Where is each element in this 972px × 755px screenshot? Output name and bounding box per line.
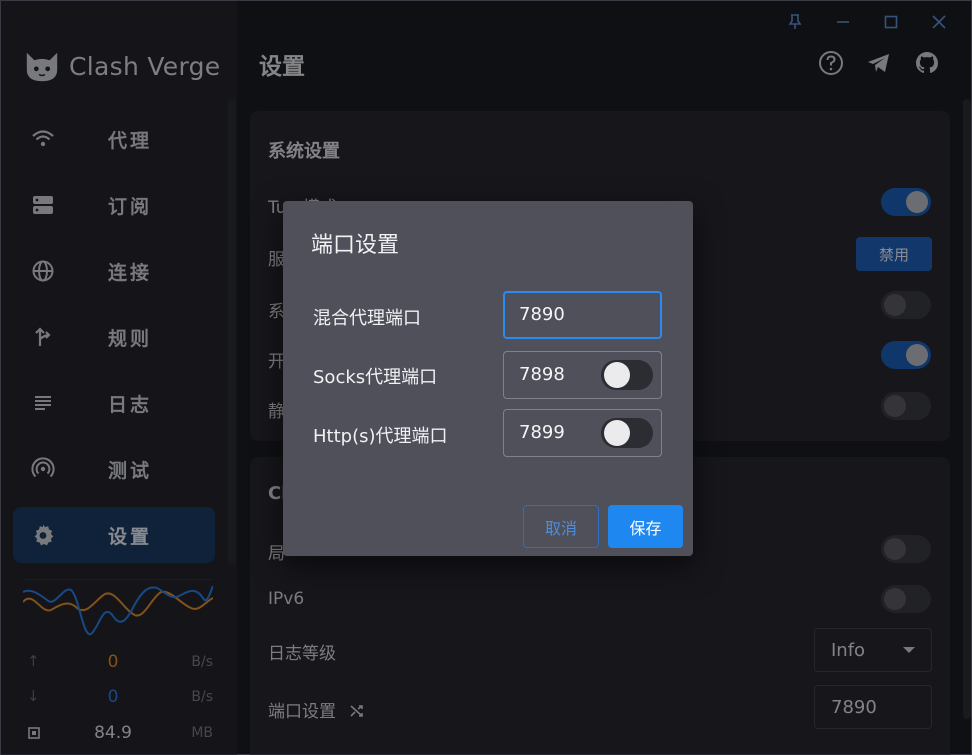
http-port-label: Http(s)代理端口 xyxy=(313,426,448,447)
mixed-port-label: 混合代理端口 xyxy=(313,308,421,329)
mixed-port-input[interactable] xyxy=(519,304,599,325)
mixed-port-field[interactable] xyxy=(503,291,662,339)
dialog-title: 端口设置 xyxy=(311,233,400,258)
app-window: Clash Verge 代理 订阅 连接 规则 日志 测试 设置 ↑ 0 B/s… xyxy=(0,0,972,755)
port-settings-dialog: 端口设置 混合代理端口 Socks代理端口 Http(s)代理端口 取消 保存 xyxy=(283,201,693,556)
http-port-field[interactable] xyxy=(503,409,662,457)
save-button[interactable]: 保存 xyxy=(608,505,683,548)
socks-port-input[interactable] xyxy=(519,364,599,385)
cancel-button[interactable]: 取消 xyxy=(523,505,599,548)
http-port-input[interactable] xyxy=(519,422,599,443)
socks-port-switch[interactable] xyxy=(601,360,653,390)
socks-port-field[interactable] xyxy=(503,351,662,399)
socks-port-label: Socks代理端口 xyxy=(313,367,438,388)
http-port-switch[interactable] xyxy=(601,418,653,448)
